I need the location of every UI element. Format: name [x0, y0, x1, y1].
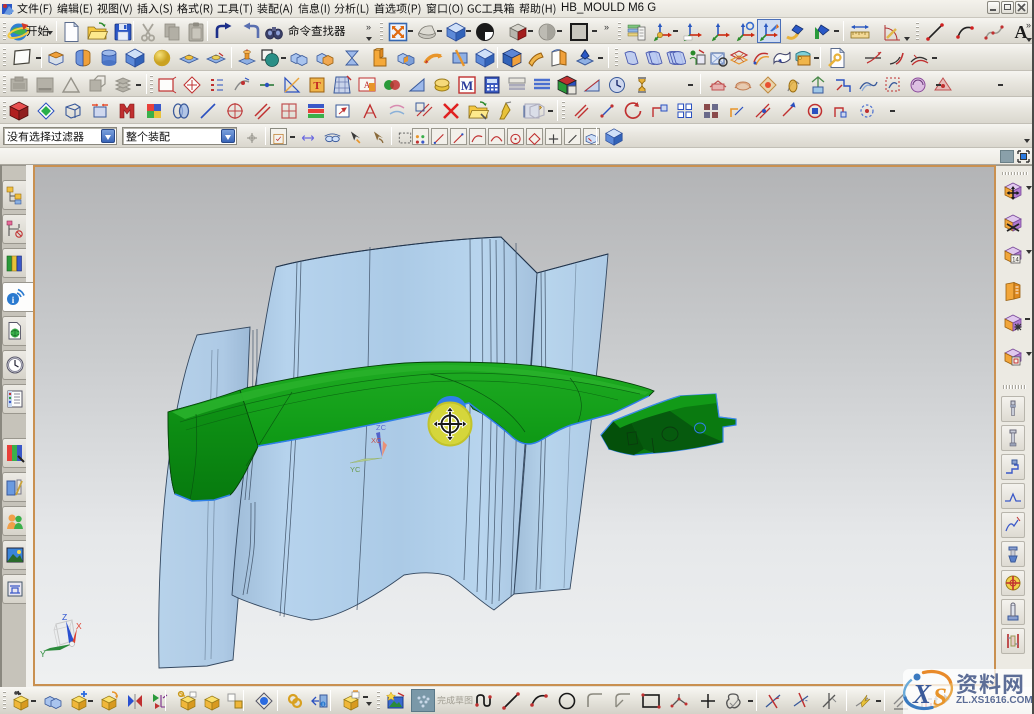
svg-text:Z: Z: [62, 612, 67, 622]
svg-text:X: X: [76, 621, 82, 631]
svg-text:ZC: ZC: [376, 423, 387, 432]
svg-text:X: X: [912, 679, 932, 709]
svg-text:XC: XC: [371, 436, 382, 445]
svg-text:i: i: [322, 702, 323, 708]
svg-text:14: 14: [1012, 258, 1019, 264]
svg-text:T: T: [313, 80, 321, 92]
svg-text:Y: Y: [40, 649, 46, 659]
svg-text:M: M: [461, 78, 473, 93]
svg-text:S: S: [933, 684, 947, 711]
svg-text:YC: YC: [350, 465, 361, 474]
